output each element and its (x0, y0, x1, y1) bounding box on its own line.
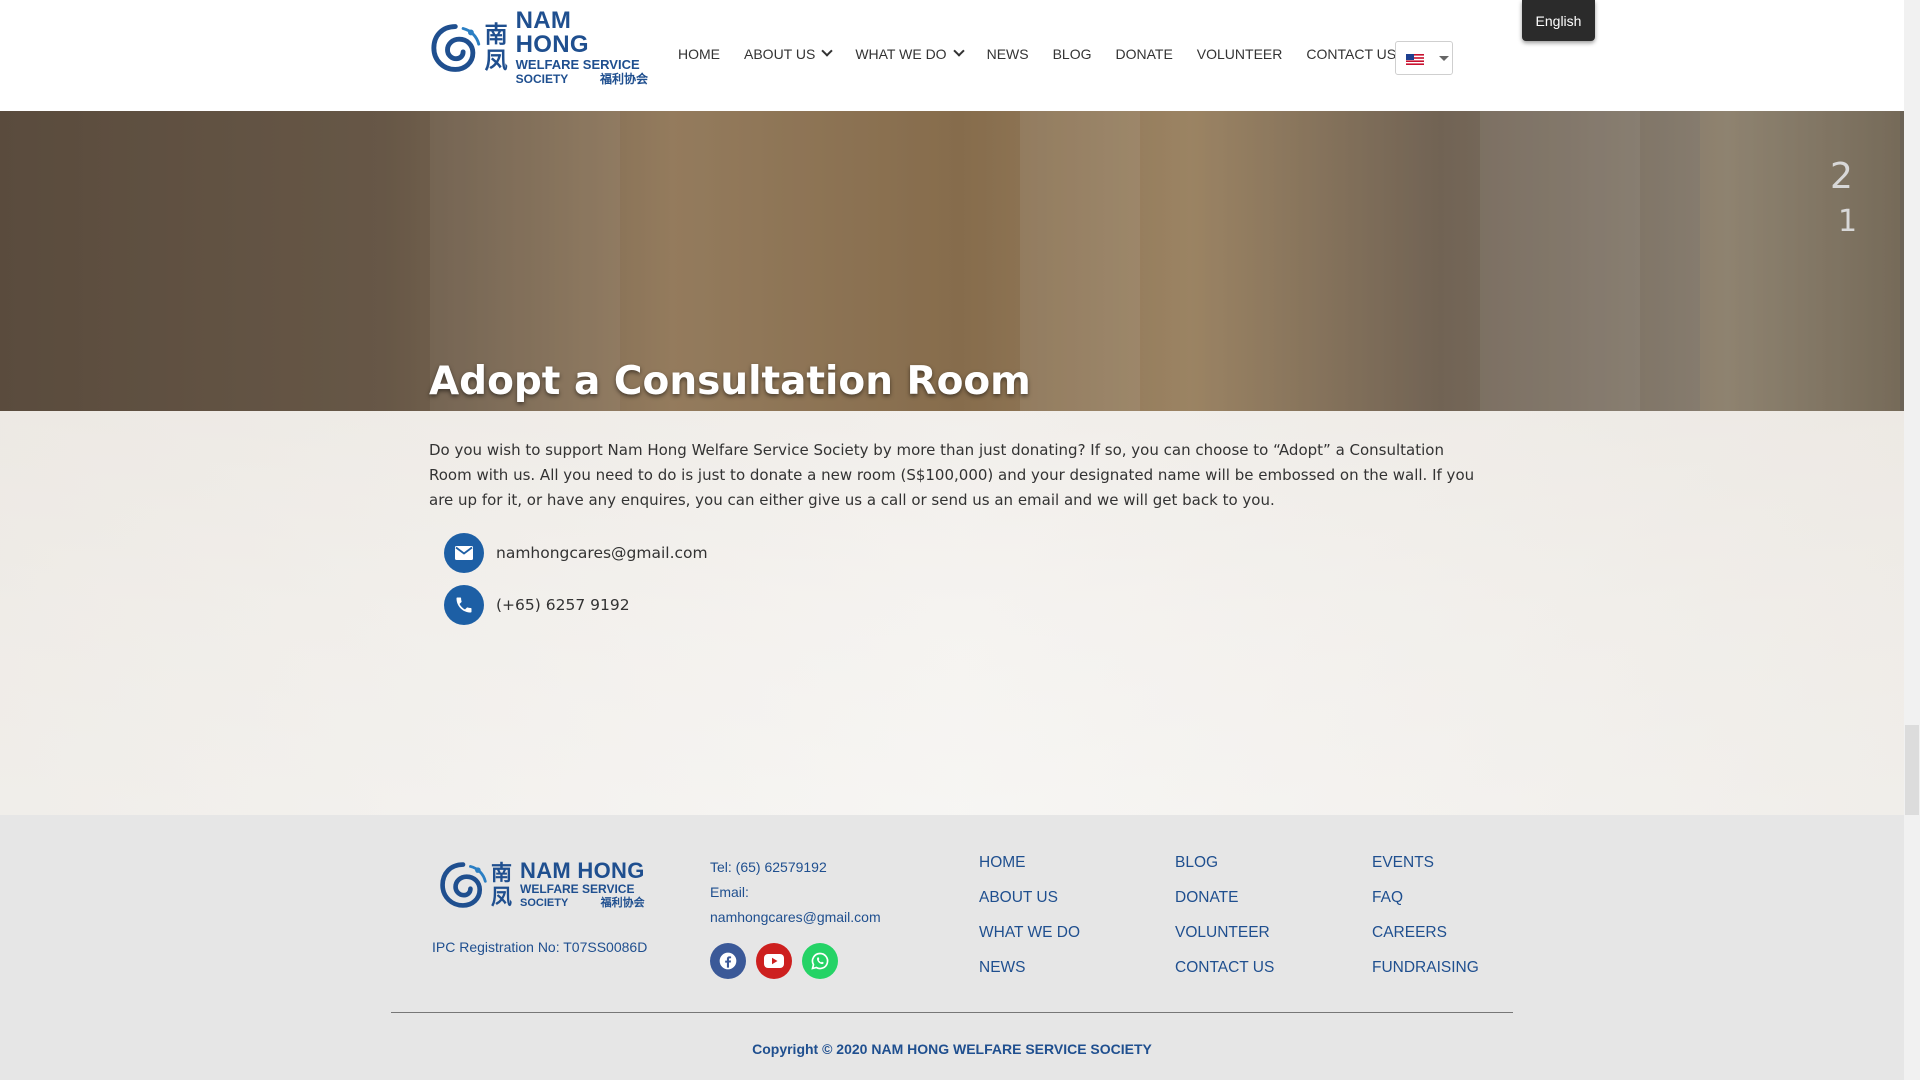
footer-link-home[interactable]: HOME (979, 851, 1080, 886)
room-sign-number: 2 (1830, 156, 1853, 197)
logo-subtitle-2: SOCIETY 福利协会 (515, 72, 648, 86)
footer-logo[interactable]: 南 凤 NAM HONG WELFARE SERVICE SOCIETY 福利协会 (437, 857, 647, 913)
logo-wordmark: NAM HONG WELFARE SERVICE SOCIETY 福利协会 (520, 860, 645, 910)
site-footer: 南 凤 NAM HONG WELFARE SERVICE SOCIETY 福利协会… (0, 815, 1904, 1080)
footer-email[interactable]: namhongcares@gmail.com (710, 905, 881, 930)
intro-paragraph: Do you wish to support Nam Hong Welfare … (429, 441, 1475, 509)
footer-link-about-us[interactable]: ABOUT US (979, 886, 1080, 921)
copyright-text: Copyright © 2020 NAM HONG WELFARE SERVIC… (752, 1041, 1152, 1057)
swirl-logo-icon (440, 862, 487, 908)
phone-icon (444, 585, 484, 625)
footer-links-col-1: HOME ABOUT US WHAT WE DO NEWS (979, 851, 1080, 991)
logo-chinese-characters: 南 凤 (491, 860, 512, 909)
chevron-down-icon (952, 45, 965, 57)
footer-tel[interactable]: Tel: (65) 62579192 (710, 855, 881, 880)
footer-link-news[interactable]: NEWS (979, 956, 1080, 991)
whatsapp-icon[interactable] (802, 943, 838, 979)
caret-down-icon (1439, 56, 1449, 61)
footer-email-label: Email: (710, 884, 749, 900)
phone-number[interactable]: (+65) 6257 9192 (496, 596, 630, 614)
footer-links-col-2: BLOG DONATE VOLUNTEER CONTACT US (1175, 851, 1274, 991)
social-links (710, 943, 848, 979)
nav-blog[interactable]: BLOG (1053, 46, 1092, 62)
footer-links-col-3: EVENTS FAQ CAREERS FUNDRAISING (1372, 851, 1479, 991)
nav-contact-us[interactable]: CONTACT US (1306, 46, 1396, 62)
footer-link-contact-us[interactable]: CONTACT US (1175, 956, 1274, 991)
footer-link-blog[interactable]: BLOG (1175, 851, 1274, 886)
footer-link-fundraising[interactable]: FUNDRAISING (1372, 956, 1479, 991)
chevron-down-icon (821, 45, 833, 57)
us-flag-icon (1406, 54, 1424, 65)
site-logo[interactable]: 南 凤 NAM HONG WELFARE SERVICE SOCIETY 福利协会 (428, 9, 648, 86)
language-button[interactable]: English (1522, 0, 1595, 41)
logo-subtitle: WELFARE SERVICE (520, 882, 635, 896)
main-nav: HOME ABOUT US WHAT WE DO NEWS BLOG DONAT… (678, 45, 1420, 62)
phone-contact[interactable]: (+65) 6257 9192 (444, 585, 630, 625)
hero-banner: 2 1 Adopt a Consultation Room (0, 111, 1920, 411)
logo-chinese-characters: 南 凤 (484, 21, 508, 74)
email-address[interactable]: namhongcares@gmail.com (496, 544, 708, 562)
youtube-icon[interactable] (756, 943, 792, 979)
email-icon (444, 533, 484, 573)
nav-news[interactable]: NEWS (987, 46, 1029, 62)
swirl-logo-icon (431, 24, 481, 72)
logo-name: NAM HONG (515, 7, 589, 58)
footer-link-careers[interactable]: CAREERS (1372, 921, 1479, 956)
nav-what-we-do[interactable]: WHAT WE DO (855, 45, 965, 62)
email-contact[interactable]: namhongcares@gmail.com (444, 533, 708, 573)
room-sign-number: 1 (1838, 204, 1858, 239)
footer-link-events[interactable]: EVENTS (1372, 851, 1479, 886)
scrollbar-thumb[interactable] (1905, 725, 1919, 815)
footer-link-donate[interactable]: DONATE (1175, 886, 1274, 921)
footer-divider (391, 1012, 1513, 1013)
footer-link-faq[interactable]: FAQ (1372, 886, 1479, 921)
footer-link-what-we-do[interactable]: WHAT WE DO (979, 921, 1080, 956)
ipc-registration: IPC Registration No: T07SS0086D (432, 939, 648, 955)
nav-volunteer[interactable]: VOLUNTEER (1197, 46, 1283, 62)
nav-home[interactable]: HOME (678, 46, 720, 62)
nav-donate[interactable]: DONATE (1115, 46, 1172, 62)
facebook-icon[interactable] (710, 943, 746, 979)
footer-link-volunteer[interactable]: VOLUNTEER (1175, 921, 1274, 956)
logo-name: NAM HONG (520, 858, 645, 883)
main-content: Do you wish to support Nam Hong Welfare … (0, 411, 1920, 815)
footer-contact-info: Tel: (65) 62579192 Email: namhongcares@g… (710, 855, 881, 930)
logo-wordmark: NAM HONG WELFARE SERVICE SOCIETY 福利协会 (516, 9, 648, 87)
nav-about-us[interactable]: ABOUT US (744, 45, 833, 62)
page-title: Adopt a Consultation Room (429, 359, 1031, 405)
site-header: 南 凤 NAM HONG WELFARE SERVICE SOCIETY 福利协会… (0, 0, 1904, 111)
page-scrollbar[interactable] (1904, 0, 1920, 1080)
logo-subtitle-2: SOCIETY 福利协会 (520, 897, 645, 909)
logo-subtitle: WELFARE SERVICE (515, 57, 640, 72)
language-select[interactable] (1395, 41, 1453, 75)
